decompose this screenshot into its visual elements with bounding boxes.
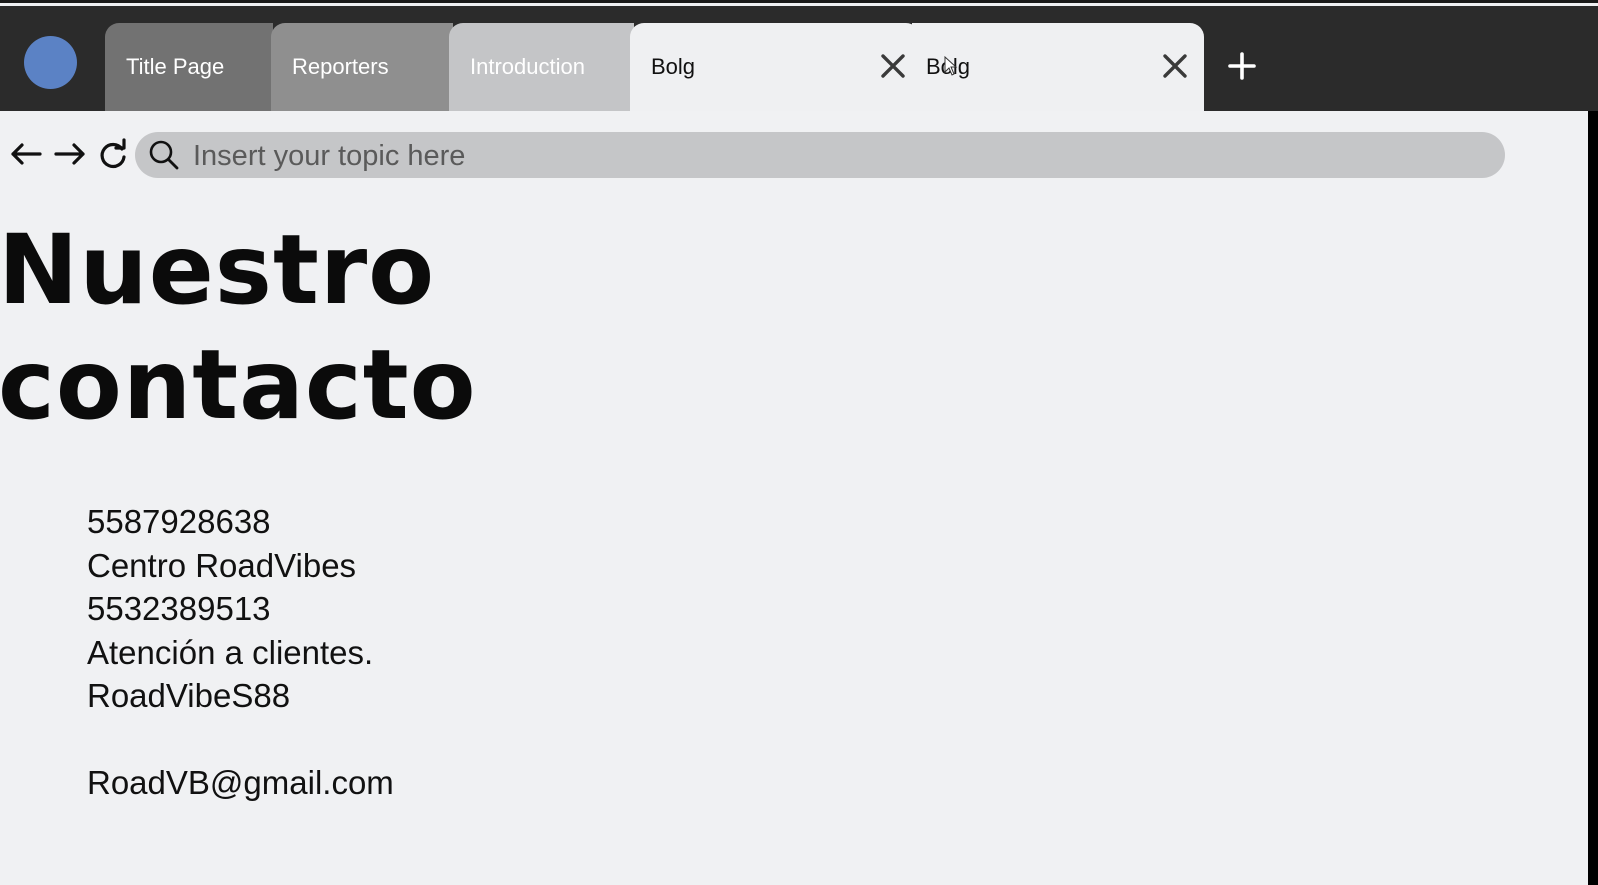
contact-phone-2: 5532389513	[87, 590, 271, 627]
contact-handle: RoadVibeS88	[87, 677, 291, 714]
tab-label: Bolg	[651, 54, 696, 79]
tab-title-page[interactable]: Title Page	[105, 23, 273, 111]
mouse-cursor-icon	[944, 56, 958, 76]
arrow-right-icon[interactable]	[52, 137, 88, 171]
reload-icon[interactable]	[96, 137, 132, 171]
tab-label: Introduction	[470, 54, 585, 79]
search-bar[interactable]	[135, 132, 1505, 180]
tab-label: Reporters	[292, 54, 389, 79]
search-icon	[149, 140, 179, 170]
contact-info: 5587928638 Centro RoadVibes 5532389513 A…	[87, 500, 394, 805]
tab-label: Title Page	[126, 54, 225, 79]
navigation-toolbar	[0, 111, 1598, 186]
arrow-left-icon[interactable]	[8, 137, 44, 171]
tab-label: Bolg	[912, 54, 970, 80]
page-title: Nuestro contacto	[0, 213, 477, 443]
window-right-border	[1588, 111, 1598, 885]
tab-reporters[interactable]: Reporters	[271, 23, 453, 111]
contact-phone-1: 5587928638	[87, 503, 271, 540]
avatar[interactable]	[24, 36, 77, 89]
search-input[interactable]	[191, 132, 1485, 180]
contact-email[interactable]: RoadVB@gmail.com	[87, 761, 394, 805]
page-title-line: contacto	[0, 329, 477, 441]
contact-spacer	[87, 718, 394, 762]
page-title-line: Nuestro	[0, 214, 436, 326]
contact-customer-service: Atención a clientes.	[87, 633, 374, 671]
close-icon[interactable]	[1160, 51, 1190, 81]
plus-icon[interactable]	[1226, 50, 1258, 82]
tab-bar: Title Page Reporters Introduction Bolg B…	[0, 6, 1598, 111]
close-icon[interactable]	[878, 51, 908, 81]
tab-introduction[interactable]: Introduction	[449, 23, 634, 111]
contact-center-name: Centro RoadVibes	[87, 546, 357, 584]
tab-bolg-active[interactable]: Bolg	[630, 23, 920, 111]
